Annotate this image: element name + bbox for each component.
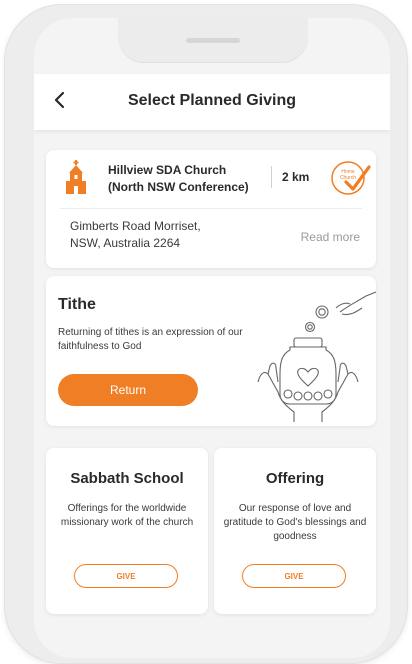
donation-jar-illustration (257, 291, 376, 422)
offering-title: Offering (265, 470, 325, 487)
offering-give-button[interactable]: GIVE (242, 564, 346, 588)
church-address: Gimberts Road Morriset, NSW, Australia 2… (70, 219, 201, 250)
return-button[interactable]: Return (58, 374, 198, 406)
sabbath-school-title: Sabbath School (70, 470, 184, 487)
top-bar: Select Planned Giving (34, 74, 390, 130)
tithe-description: Returning of tithes is an expression of … (58, 327, 243, 352)
speaker-grille (186, 38, 240, 43)
church-icon (66, 160, 86, 194)
offering-description: Our response of love and gratitude to Go… (223, 503, 367, 542)
tithe-title: Tithe (58, 296, 96, 313)
divider (271, 166, 272, 188)
home-church-badge: Home Church (331, 161, 371, 195)
divider (60, 208, 362, 209)
tithe-card: Tithe Returning of tithes is an expressi… (46, 276, 376, 426)
sabbath-school-description: Offerings for the worldwide missionary w… (60, 503, 194, 528)
badge-label-line2: Church (340, 175, 356, 181)
sabbath-school-give-button[interactable]: GIVE (74, 564, 178, 588)
phone-notch (118, 18, 308, 62)
sabbath-school-card: Sabbath School Offerings for the worldwi… (46, 448, 208, 614)
read-more-link[interactable]: Read more (301, 230, 360, 244)
app-screen: Select Planned Giving Hillview SDA Churc… (34, 18, 390, 658)
phone-frame: Select Planned Giving Hillview SDA Churc… (4, 4, 408, 664)
church-name: Hillview SDA Church (North NSW Conferenc… (108, 163, 249, 194)
church-distance: 2 km (282, 170, 310, 184)
offering-card: Offering Our response of love and gratit… (214, 448, 376, 614)
page-title: Select Planned Giving (127, 92, 297, 109)
church-card[interactable]: Hillview SDA Church (North NSW Conferenc… (46, 150, 376, 268)
